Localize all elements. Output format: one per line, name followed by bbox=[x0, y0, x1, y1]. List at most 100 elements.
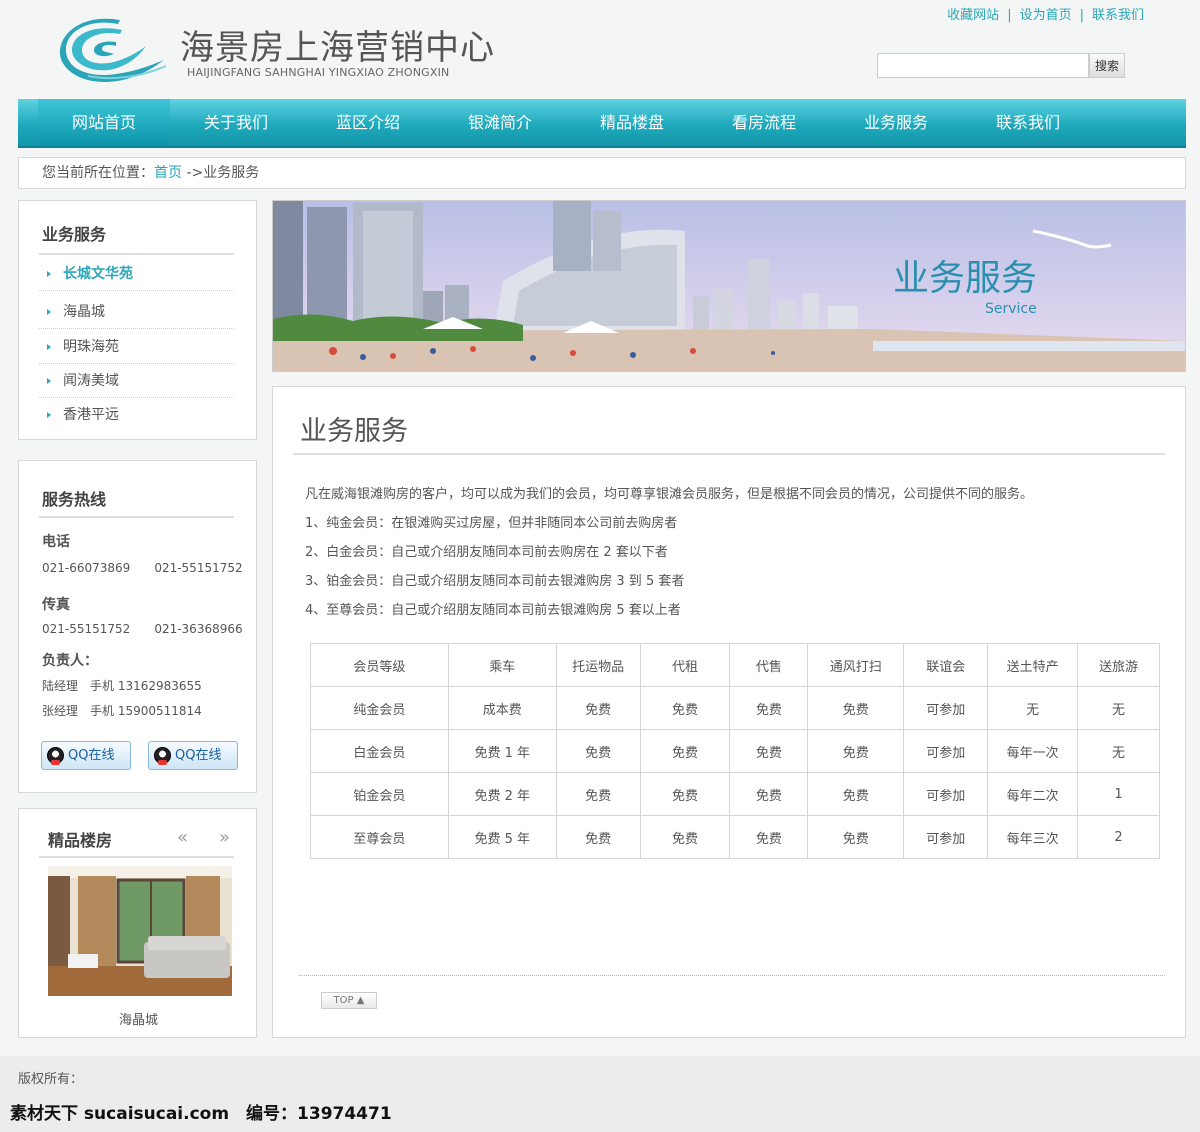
table-cell: 免费 bbox=[729, 772, 809, 816]
nav-viewing-process[interactable]: 看房流程 bbox=[698, 99, 830, 146]
side-menu-item[interactable]: 海晶城 bbox=[39, 295, 234, 329]
table-row: 铂金会员 免费 2 年免费 免费 免费 免费 可参加 每年二次 1 bbox=[310, 772, 1160, 816]
qq-online-button[interactable]: QQ在线 bbox=[41, 741, 131, 770]
column-header: 乘车 bbox=[447, 643, 557, 687]
bookmark-link[interactable]: 收藏网站 bbox=[947, 8, 999, 23]
table-cell: 铂金会员 bbox=[310, 772, 449, 816]
column-header: 托运物品 bbox=[555, 643, 641, 687]
logo-icon bbox=[59, 18, 167, 82]
qq-label: QQ在线 bbox=[68, 748, 115, 763]
set-homepage-link[interactable]: 设为首页 bbox=[1020, 8, 1072, 23]
table-body: 纯金会员 成本费 免费 免费 免费 免费 可参加无无白金会员 免费 1 年免费 免费 免费 免费 可参… bbox=[310, 686, 1160, 859]
table-cell: 免费 bbox=[807, 772, 905, 816]
table-cell: 免费 bbox=[807, 815, 905, 859]
nav-services[interactable]: 业务服务 bbox=[830, 99, 962, 146]
qq-penguin-icon bbox=[47, 747, 64, 765]
table-cell: 2 bbox=[1077, 815, 1160, 859]
prev-arrow-icon[interactable]: « bbox=[177, 827, 188, 848]
qq-online-button[interactable]: QQ在线 bbox=[148, 741, 238, 770]
membership-tier-desc: 4、至尊会员：自己或介绍朋友随同本司前去银滩购房 5 套以上者 bbox=[305, 603, 681, 618]
fax-label: 传真 bbox=[42, 597, 70, 613]
copyright: 版权所有： bbox=[18, 1072, 84, 1087]
search-button[interactable]: 搜索 bbox=[1089, 53, 1125, 78]
banner-title: 业务服务 bbox=[893, 258, 1038, 299]
table-row: 白金会员 免费 1 年免费 免费 免费 免费 可参加 每年一次无 bbox=[310, 729, 1160, 773]
table-cell: 免费 bbox=[639, 815, 731, 859]
table-cell: 每年三次 bbox=[987, 815, 1079, 859]
table-header-row: 会员等级 乘车 托运物品 代租 代售 通风打扫 联谊会 送土特产 送旅游 bbox=[310, 643, 1160, 687]
divider bbox=[39, 253, 234, 255]
side-menu: 业务服务 长城文华苑 海晶城 明珠海苑 闻涛美域 香港平远 bbox=[18, 200, 257, 440]
site-title: 海景房上海营销中心 bbox=[180, 28, 495, 68]
featured-caption: 海晶城 bbox=[118, 1013, 158, 1028]
table-cell: 纯金会员 bbox=[310, 686, 449, 730]
column-header: 通风打扫 bbox=[807, 643, 905, 687]
table-cell: 免费 2 年 bbox=[447, 772, 557, 816]
side-menu-item[interactable]: 长城文华苑 bbox=[39, 257, 234, 291]
search-input[interactable] bbox=[877, 53, 1089, 78]
side-menu-title: 业务服务 bbox=[42, 225, 107, 244]
hotline-title: 服务热线 bbox=[42, 490, 107, 509]
side-menu-item[interactable]: 闻涛美域 bbox=[39, 364, 234, 398]
back-to-top-button[interactable]: TOP ▲ bbox=[321, 992, 377, 1009]
separator: | bbox=[1007, 8, 1012, 23]
contact-us-link[interactable]: 联系我们 bbox=[1092, 8, 1144, 23]
nav-silver-beach[interactable]: 银滩简介 bbox=[434, 99, 566, 146]
banner-subtitle: Service bbox=[985, 301, 1037, 317]
nav-about[interactable]: 关于我们 bbox=[170, 99, 302, 146]
site-pinyin: HAIJINGFANG SAHNGHAI YINGXIAO ZHONGXIN bbox=[187, 66, 450, 79]
table-cell: 可参加 bbox=[903, 772, 989, 816]
table-cell: 无 bbox=[1077, 686, 1160, 730]
intro-paragraph: 凡在威海银滩购房的客户，均可以成为我们的会员，均可尊享银滩会员服务，但是根据不同… bbox=[305, 487, 1034, 502]
service-hotline: 服务热线 电话 021-66073869 021-55151752 传真 021… bbox=[18, 460, 257, 793]
table-cell: 免费 bbox=[807, 729, 905, 773]
phone-numbers: 021-66073869 021-55151752 bbox=[42, 561, 243, 575]
next-arrow-icon[interactable]: » bbox=[219, 827, 230, 848]
nav-contact[interactable]: 联系我们 bbox=[962, 99, 1094, 146]
table-cell: 至尊会员 bbox=[310, 815, 449, 859]
table-cell: 免费 bbox=[729, 686, 809, 730]
banner: 业务服务 Service bbox=[272, 200, 1186, 372]
breadcrumb-current: ->业务服务 bbox=[182, 165, 260, 181]
table-cell: 免费 1 年 bbox=[447, 729, 557, 773]
breadcrumb-home-link[interactable]: 首页 bbox=[154, 165, 182, 181]
table-cell: 免费 bbox=[555, 686, 641, 730]
table-cell: 成本费 bbox=[447, 686, 557, 730]
table-cell: 免费 bbox=[807, 686, 905, 730]
nav-home[interactable]: 网站首页 bbox=[38, 99, 170, 146]
membership-table: 会员等级 乘车 托运物品 代租 代售 通风打扫 联谊会 送土特产 送旅游 纯金会… bbox=[310, 643, 1160, 859]
nav-blue-zone[interactable]: 蓝区介绍 bbox=[302, 99, 434, 146]
divider bbox=[299, 975, 1165, 976]
table-cell: 每年一次 bbox=[987, 729, 1079, 773]
qq-label: QQ在线 bbox=[175, 748, 222, 763]
column-header: 会员等级 bbox=[310, 643, 449, 687]
separator: | bbox=[1079, 8, 1084, 23]
nav-properties[interactable]: 精品楼盘 bbox=[566, 99, 698, 146]
phone-label: 电话 bbox=[42, 534, 70, 550]
table-cell: 可参加 bbox=[903, 729, 989, 773]
side-menu-item[interactable]: 香港平远 bbox=[39, 398, 234, 432]
watermark-text: 素材天下 sucaisucai.com 编号：13974471 bbox=[10, 1104, 392, 1124]
breadcrumb: 您当前所在位置：首页 ->业务服务 bbox=[18, 157, 1186, 189]
featured-property-photo[interactable] bbox=[48, 866, 232, 996]
contact-label: 负责人： bbox=[42, 653, 98, 669]
contact-person: 陆经理 手机 13162983655 bbox=[42, 679, 202, 693]
side-menu-item[interactable]: 明珠海苑 bbox=[39, 330, 234, 364]
featured-title: 精品楼房 bbox=[48, 831, 113, 850]
table-cell: 无 bbox=[987, 686, 1079, 730]
table-cell: 每年二次 bbox=[987, 772, 1079, 816]
table-cell: 免费 bbox=[729, 729, 809, 773]
breadcrumb-prefix: 您当前所在位置： bbox=[42, 165, 154, 181]
column-header: 联谊会 bbox=[903, 643, 989, 687]
divider bbox=[39, 856, 234, 858]
table-cell: 免费 bbox=[639, 772, 731, 816]
table-cell: 白金会员 bbox=[310, 729, 449, 773]
table-cell: 免费 bbox=[639, 729, 731, 773]
fax-numbers: 021-55151752 021-36368966 bbox=[42, 622, 243, 636]
table-cell: 免费 bbox=[729, 815, 809, 859]
page-title: 业务服务 bbox=[300, 416, 408, 447]
main-nav: 网站首页 关于我们 蓝区介绍 银滩简介 精品楼盘 看房流程 业务服务 联系我们 bbox=[18, 99, 1186, 148]
membership-tier-desc: 1、纯金会员：在银滩购买过房屋，但并非随同本公司前去购房者 bbox=[305, 516, 678, 531]
contact-person: 张经理 手机 15900511814 bbox=[42, 704, 202, 718]
table-cell: 免费 5 年 bbox=[447, 815, 557, 859]
